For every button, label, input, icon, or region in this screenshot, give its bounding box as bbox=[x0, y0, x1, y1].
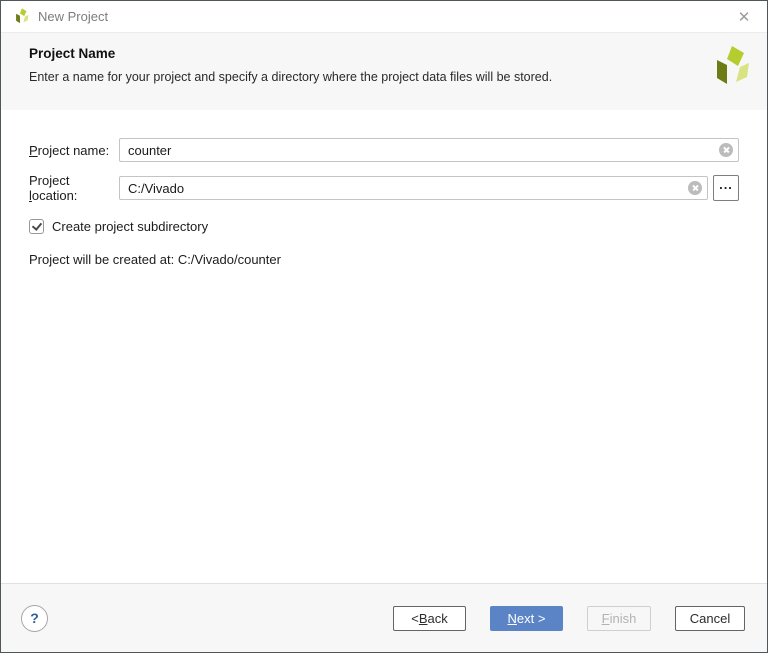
create-subdirectory-label[interactable]: Create project subdirectory bbox=[52, 219, 208, 234]
wizard-header: Project Name Enter a name for your proje… bbox=[1, 33, 767, 110]
question-mark-icon: ? bbox=[30, 610, 39, 626]
close-icon[interactable]: ✕ bbox=[733, 6, 755, 28]
wizard-body: Project name: Project location: ... Crea… bbox=[1, 110, 767, 583]
created-at-text: Project will be created at: C:/Vivado/co… bbox=[29, 252, 281, 267]
project-location-input[interactable] bbox=[119, 176, 708, 200]
project-location-input-wrap bbox=[119, 176, 708, 200]
checkmark-icon bbox=[31, 219, 42, 231]
new-project-dialog: New Project ✕ Project Name Enter a name … bbox=[0, 0, 768, 653]
next-button[interactable]: Next > bbox=[490, 605, 563, 631]
project-location-label: Project location: bbox=[29, 173, 78, 203]
help-button[interactable]: ? bbox=[21, 604, 48, 632]
project-location-row: Project location: ... bbox=[29, 173, 739, 203]
browse-location-button[interactable]: ... bbox=[713, 175, 739, 201]
page-title: Project Name bbox=[29, 46, 116, 61]
back-button[interactable]: < Back bbox=[393, 605, 466, 631]
window-title: New Project bbox=[38, 9, 109, 24]
project-name-row: Project name: bbox=[29, 138, 739, 162]
vivado-logo-icon bbox=[16, 8, 29, 24]
page-description: Enter a name for your project and specif… bbox=[29, 70, 553, 84]
finish-button[interactable]: Finish bbox=[587, 605, 651, 631]
create-subdirectory-checkbox[interactable] bbox=[29, 219, 44, 234]
titlebar: New Project ✕ bbox=[1, 1, 767, 33]
clear-project-location-icon[interactable] bbox=[688, 181, 702, 195]
project-name-input[interactable] bbox=[119, 138, 739, 162]
cancel-button[interactable]: Cancel bbox=[675, 605, 745, 631]
vivado-header-logo-icon bbox=[717, 46, 749, 84]
subdirectory-checkbox-row: Create project subdirectory bbox=[29, 219, 739, 234]
clear-project-name-icon[interactable] bbox=[719, 143, 733, 157]
project-name-input-wrap bbox=[119, 138, 739, 162]
wizard-footer: ? < Back Next > Finish Cancel bbox=[1, 583, 767, 652]
project-name-label: Project name: bbox=[29, 142, 110, 158]
